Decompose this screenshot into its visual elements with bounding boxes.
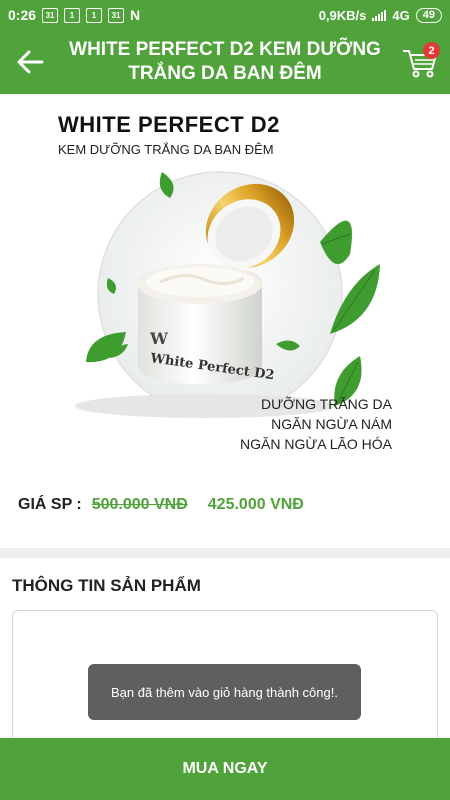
benefit-item: DƯỠNG TRẮNG DA <box>260 396 392 412</box>
status-bar: 0:26 31 1 1 31 N 0,9KB/s 4G 49 <box>0 0 450 30</box>
calendar-notification-icon: 31 <box>42 7 59 23</box>
price-row: GIÁ SP : 500.000 VNĐ 425.000 VNĐ <box>18 496 304 514</box>
cart-count-badge: 2 <box>423 42 440 59</box>
benefit-item: NGĂN NGỪA LÃO HÓA <box>240 436 392 452</box>
calendar-notification-icon: 1 <box>64 7 81 23</box>
network-type: 4G <box>392 7 410 23</box>
new-price: 425.000 VNĐ <box>207 496 304 513</box>
calendar-notification-icon: 1 <box>86 7 103 23</box>
section-divider <box>0 548 450 558</box>
network-speed: 0,9KB/s <box>318 7 367 23</box>
calendar-notification-icon: 31 <box>108 7 125 23</box>
n-app-icon: N <box>130 7 141 23</box>
signal-icon <box>372 9 387 21</box>
battery-icon: 49 <box>415 7 442 23</box>
cart-button[interactable]: 2 <box>390 30 450 94</box>
product-image: WHITE PERFECT D2 KEM DƯỠNG TRẮNG DA BAN … <box>0 94 450 470</box>
toast-message: Bạn đã thêm vào giỏ hàng thành công!. <box>88 664 361 720</box>
status-time: 0:26 <box>8 7 37 23</box>
arrow-left-icon <box>17 50 44 74</box>
product-benefits: DƯỠNG TRẮNG DA NGĂN NGỪA NÁM NGĂN NGỪA L… <box>240 394 392 454</box>
buy-now-button[interactable]: MUA NGAY <box>0 738 450 800</box>
app-bar: WHITE PERFECT D2 KEM DƯỠNG TRẮNG DA BAN … <box>0 30 450 94</box>
old-price: 500.000 VNĐ <box>91 496 188 513</box>
jar-logo-icon: W <box>149 329 169 348</box>
product-info-title: THÔNG TIN SẢN PHẨM <box>12 576 201 595</box>
back-button[interactable] <box>0 30 60 94</box>
benefit-item: NGĂN NGỪA NÁM <box>271 416 392 432</box>
cream-jar: White Perfect D2 W <box>138 264 275 384</box>
page-title: WHITE PERFECT D2 KEM DƯỠNG TRẮNG DA BAN … <box>69 39 381 84</box>
price-label: GIÁ SP : <box>18 496 82 513</box>
